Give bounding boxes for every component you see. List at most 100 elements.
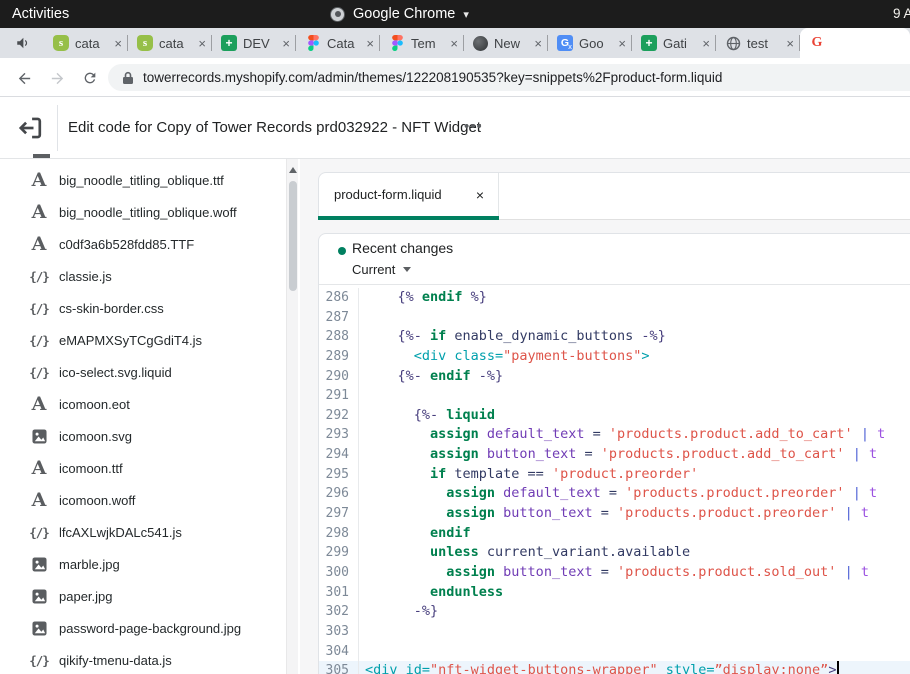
scrollbar-thumb[interactable]: [289, 181, 297, 291]
file-item[interactable]: paper.jpg: [0, 580, 284, 612]
sidebar-scrollbar[interactable]: [286, 159, 298, 674]
file-item[interactable]: Abig_noodle_titling_oblique.woff: [0, 196, 284, 228]
system-clock[interactable]: 9 A: [893, 0, 910, 28]
editor-file-tab[interactable]: product-form.liquid ×: [319, 173, 499, 219]
tab-title: cata: [75, 36, 108, 51]
tab-audio-icon[interactable]: [0, 28, 44, 58]
code-text: if template == 'product.preorder': [359, 465, 910, 485]
line-number: 301: [319, 583, 359, 603]
recent-changes-bar: Recent changes Current: [319, 234, 910, 285]
code-line[interactable]: 292 {%- liquid: [319, 406, 910, 426]
scrollbar-up-arrow[interactable]: [289, 167, 297, 173]
file-item[interactable]: icomoon.svg: [0, 420, 284, 452]
activities-button[interactable]: Activities: [12, 0, 69, 28]
browser-tab[interactable]: +Gati×: [632, 28, 716, 58]
image-file-icon: [28, 621, 50, 636]
browser-tab[interactable]: scata×: [128, 28, 212, 58]
file-item[interactable]: Aicomoon.eot: [0, 388, 284, 420]
tab-close-button[interactable]: ×: [534, 37, 542, 50]
code-line[interactable]: 302 -%}: [319, 602, 910, 622]
file-item[interactable]: {/}ico-select.svg.liquid: [0, 356, 284, 388]
shopify-favicon-icon: s: [137, 35, 153, 51]
code-text: assign button_text = 'products.product.s…: [359, 563, 910, 583]
version-dropdown[interactable]: Current: [352, 262, 411, 277]
app-menu-label: Google Chrome: [353, 6, 455, 22]
code-file-icon: {/}: [28, 365, 50, 380]
file-item[interactable]: {/}qikify-tmenu-data.js: [0, 644, 284, 674]
code-area[interactable]: 286 {% endif %}287288 {%- if enable_dyna…: [319, 286, 910, 674]
tab-close-button[interactable]: ×: [702, 37, 710, 50]
url-bar[interactable]: towerrecords.myshopify.com/admin/themes/…: [108, 64, 910, 91]
browser-tab[interactable]: GxGoo×: [548, 28, 632, 58]
file-item[interactable]: Aicomoon.ttf: [0, 452, 284, 484]
code-line[interactable]: 296 assign default_text = 'products.prod…: [319, 484, 910, 504]
tab-close-button[interactable]: ×: [282, 37, 290, 50]
file-item[interactable]: {/}lfcAXLwjkDALc541.js: [0, 516, 284, 548]
code-line[interactable]: 287: [319, 308, 910, 328]
code-line[interactable]: 305<div id="nft-widget-buttons-wrapper" …: [319, 661, 910, 674]
tab-close-button[interactable]: ×: [114, 37, 122, 50]
chevron-down-icon: ▾: [463, 8, 469, 21]
line-number: 305: [319, 661, 359, 674]
page-title: Edit code for Copy of Tower Records prd0…: [68, 97, 481, 159]
active-tab-underline: [318, 216, 499, 220]
line-number: 294: [319, 445, 359, 465]
file-item[interactable]: {/}eMAPMXSyTCgGdiT4.js: [0, 324, 284, 356]
browser-tab[interactable]: Tem×: [380, 28, 464, 58]
exit-code-editor-button[interactable]: [16, 114, 44, 142]
more-actions-button[interactable]: •••: [460, 117, 487, 139]
tab-close-button[interactable]: ×: [198, 37, 206, 50]
code-line[interactable]: 289 <div class="payment-buttons">: [319, 347, 910, 367]
text-cursor: [837, 661, 839, 674]
code-line[interactable]: 303: [319, 622, 910, 642]
browser-tab[interactable]: G: [800, 28, 910, 58]
code-line[interactable]: 290 {%- endif -%}: [319, 367, 910, 387]
editor-tab-label: product-form.liquid: [334, 173, 442, 217]
code-line[interactable]: 294 assign button_text = 'products.produ…: [319, 445, 910, 465]
code-file-icon: {/}: [28, 525, 50, 540]
file-item[interactable]: password-page-background.jpg: [0, 612, 284, 644]
code-line[interactable]: 286 {% endif %}: [319, 288, 910, 308]
file-item[interactable]: {/}classie.js: [0, 260, 284, 292]
code-line[interactable]: 304: [319, 642, 910, 662]
browser-tab[interactable]: New×: [464, 28, 548, 58]
code-line[interactable]: 299 unless current_variant.available: [319, 543, 910, 563]
editor-tab-close-button[interactable]: ×: [476, 186, 484, 204]
tab-title: DEV: [243, 36, 276, 51]
tab-close-button[interactable]: ×: [786, 37, 794, 50]
tab-close-button[interactable]: ×: [450, 37, 458, 50]
file-item[interactable]: {/}cs-skin-border.css: [0, 292, 284, 324]
reload-button[interactable]: [78, 66, 102, 90]
file-item[interactable]: Abig_noodle_titling_oblique.ttf: [0, 164, 284, 196]
font-file-icon: A: [28, 491, 50, 510]
back-button[interactable]: [12, 66, 36, 90]
tab-close-button[interactable]: ×: [366, 37, 374, 50]
file-item[interactable]: Ac0df3a6b528fdd85.TTF: [0, 228, 284, 260]
chrome-app-menu[interactable]: Google Chrome ▾: [330, 0, 469, 28]
code-line[interactable]: 297 assign button_text = 'products.produ…: [319, 504, 910, 524]
browser-tab[interactable]: test×: [716, 28, 800, 58]
image-file-icon: [28, 589, 50, 604]
code-text: assign button_text = 'products.product.a…: [359, 445, 910, 465]
chrome-logo-icon: [330, 7, 345, 22]
code-line[interactable]: 293 assign default_text = 'products.prod…: [319, 425, 910, 445]
file-item[interactable]: Aicomoon.woff: [0, 484, 284, 516]
forward-button[interactable]: [45, 66, 69, 90]
code-text: -%}: [359, 602, 910, 622]
browser-tab[interactable]: scata×: [44, 28, 128, 58]
code-line[interactable]: 288 {%- if enable_dynamic_buttons -%}: [319, 327, 910, 347]
globe-favicon-icon: [725, 35, 741, 51]
browser-tab[interactable]: Cata×: [296, 28, 380, 58]
browser-tab[interactable]: +DEV×: [212, 28, 296, 58]
tab-close-button[interactable]: ×: [618, 37, 626, 50]
code-line[interactable]: 300 assign button_text = 'products.produ…: [319, 563, 910, 583]
file-item[interactable]: marble.jpg: [0, 548, 284, 580]
code-line[interactable]: 295 if template == 'product.preorder': [319, 465, 910, 485]
line-number: 292: [319, 406, 359, 426]
editor-card: Recent changes Current 286 {% endif %}28…: [318, 233, 910, 674]
file-name: eMAPMXSyTCgGdiT4.js: [59, 333, 202, 348]
caret-down-icon: [403, 267, 411, 272]
code-line[interactable]: 298 endif: [319, 524, 910, 544]
code-line[interactable]: 301 endunless: [319, 583, 910, 603]
code-line[interactable]: 291: [319, 386, 910, 406]
